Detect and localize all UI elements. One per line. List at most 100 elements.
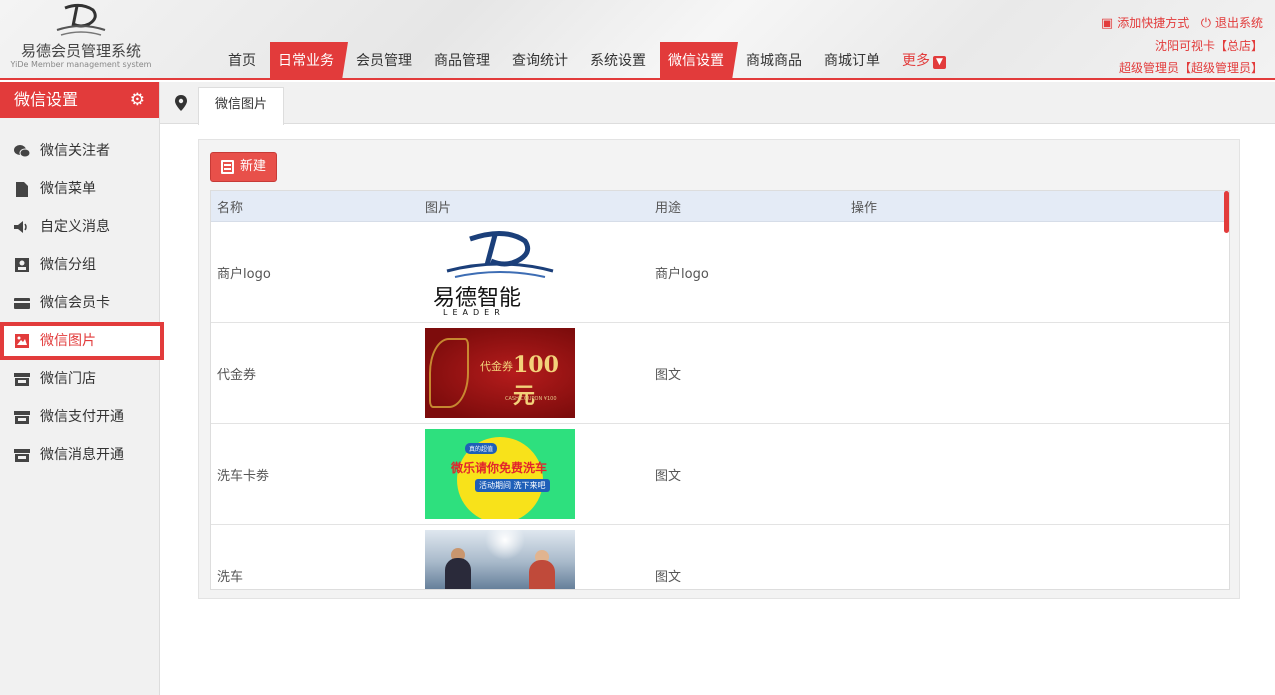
tab-bar: 微信图片 (160, 82, 1275, 125)
sidebar-item-label: 微信分组 (40, 257, 96, 273)
edit-document-icon (221, 160, 234, 174)
store-icon (14, 409, 30, 425)
nav-wechat-settings[interactable]: 微信设置 (660, 42, 738, 80)
cell-usage: 图文 (655, 569, 682, 585)
location-pin-icon[interactable] (174, 95, 188, 111)
document-icon (14, 181, 30, 197)
credit-card-icon (14, 295, 30, 311)
merchant-logo-art: 易德智能 LEADER (433, 231, 554, 317)
table-header: 名称 图片 用途 操作 (211, 191, 1229, 222)
logo-mark-icon (56, 3, 106, 36)
merchant-logo-image[interactable]: 易德智能 LEADER (425, 227, 575, 317)
table-row[interactable]: 代金券 代金券 100元 CASH COUPON ¥100 图文 (211, 323, 1229, 424)
sidebar-item-wechat-pay[interactable]: 微信支付开通 (0, 398, 159, 436)
gear-icon[interactable]: ⚙ (130, 82, 145, 118)
sidebar-item-wechat-messages[interactable]: 微信消息开通 (0, 436, 159, 474)
header-name: 名称 (217, 200, 244, 216)
sidebar-item-label: 微信支付开通 (40, 409, 124, 425)
sidebar-item-wechat-images[interactable]: 微信图片 (0, 322, 164, 360)
sidebar-item-label: 微信菜单 (40, 181, 96, 197)
tab-wechat-images[interactable]: 微信图片 (198, 87, 285, 125)
monitor-icon: ▣ (1100, 16, 1114, 31)
table-row[interactable]: 洗车卡劵 真的超值 微乐请你免费洗车 活动期间 洗下来吧 图文 (211, 424, 1229, 525)
content-panel: 新建 名称 图片 用途 操作 商户logo 易德智能 LEADER 商户logo… (198, 139, 1240, 599)
sidebar-item-label: 自定义消息 (40, 219, 110, 235)
cell-name: 洗车 (217, 569, 244, 585)
power-icon: ⏻ (1200, 16, 1211, 31)
main-nav: 首页 日常业务 会员管理 商品管理 查询统计 系统设置 微信设置 商城商品 商城… (220, 42, 960, 80)
sidebar-header: 微信设置 ⚙ (0, 82, 159, 118)
contact-card-icon (14, 257, 30, 273)
cell-name: 洗车卡劵 (217, 468, 270, 484)
cell-name: 商户logo (217, 266, 271, 282)
sidebar-item-label: 微信消息开通 (40, 447, 124, 463)
header-usage: 用途 (655, 200, 682, 216)
nav-more-label: 更多 (902, 53, 930, 69)
sidebar-item-wechat-followers[interactable]: 微信关注者 (0, 132, 159, 170)
chevron-down-icon: ▼ (933, 56, 946, 69)
logo-title: 易德会员管理系统 (20, 42, 141, 60)
image-icon (14, 333, 30, 349)
nav-mall-orders[interactable]: 商城订单 (816, 42, 888, 80)
nav-system-settings[interactable]: 系统设置 (582, 42, 654, 80)
person-body-decoration (529, 560, 555, 589)
user-panel: ▣ 添加快捷方式 ⏻ 退出系统 沈阳可视卡【总店】 超级管理员【超级管理员】 (1101, 12, 1263, 79)
nav-product-management[interactable]: 商品管理 (426, 42, 498, 80)
sidebar-item-wechat-stores[interactable]: 微信门店 (0, 360, 159, 398)
brand-logo[interactable]: 易德会员管理系统 YiDe Member management system (8, 2, 154, 78)
person-body-decoration (445, 558, 471, 589)
nav-mall-products[interactable]: 商城商品 (738, 42, 810, 80)
car-wash-card-image[interactable]: 真的超值 微乐请你免费洗车 活动期间 洗下来吧 (425, 429, 575, 519)
wash-image-button: 活动期间 洗下来吧 (475, 479, 550, 492)
sunlight-decoration (485, 530, 525, 560)
logout-link[interactable]: ⏻ 退出系统 (1201, 16, 1263, 31)
speaker-icon (14, 219, 30, 235)
current-store[interactable]: 沈阳可视卡【总店】 (1101, 35, 1263, 57)
cell-usage: 商户logo (655, 266, 709, 282)
wash-image-tag: 真的超值 (465, 443, 498, 454)
wash-image-text: 微乐请你免费洗车 (451, 461, 548, 475)
logo-subtitle: YiDe Member management system (10, 60, 152, 69)
logo-image-subtext: LEADER (443, 308, 505, 317)
header-actions: 操作 (851, 200, 878, 216)
new-button-label: 新建 (240, 159, 267, 174)
nav-query-statistics[interactable]: 查询统计 (504, 42, 576, 80)
top-header: 易德会员管理系统 YiDe Member management system 首… (0, 0, 1275, 80)
image-table: 名称 图片 用途 操作 商户logo 易德智能 LEADER 商户logo 代金… (210, 190, 1230, 590)
sidebar-item-label: 微信关注者 (40, 143, 110, 159)
new-button[interactable]: 新建 (210, 152, 278, 182)
vertical-scrollbar[interactable] (1224, 191, 1229, 233)
coupon-image[interactable]: 代金券 100元 CASH COUPON ¥100 (425, 328, 575, 418)
sidebar-item-label: 微信图片 (40, 333, 96, 349)
cell-usage: 图文 (655, 367, 682, 383)
table-row[interactable]: 商户logo 易德智能 LEADER 商户logo (211, 222, 1229, 323)
sidebar-item-wechat-menu[interactable]: 微信菜单 (0, 170, 159, 208)
cell-name: 代金券 (217, 367, 257, 383)
wechat-icon (14, 143, 30, 159)
sidebar-item-label: 微信门店 (40, 371, 96, 387)
sidebar-menu: 微信关注者 微信菜单 自定义消息 微信分组 微信会员卡 微信图片 微信门店 微信… (0, 132, 164, 474)
coupon-image-subtext: CASH COUPON ¥100 (505, 396, 557, 402)
nav-member-management[interactable]: 会员管理 (348, 42, 420, 80)
nav-more[interactable]: 更多 ▼ (894, 42, 954, 80)
car-wash-photo-image[interactable] (425, 530, 575, 589)
cell-usage: 图文 (655, 468, 682, 484)
sidebar-item-wechat-member-card[interactable]: 微信会员卡 (0, 284, 159, 322)
logout-label: 退出系统 (1214, 16, 1263, 30)
add-shortcut-link[interactable]: ▣ 添加快捷方式 (1101, 16, 1190, 31)
nav-home[interactable]: 首页 (220, 42, 264, 80)
add-shortcut-label: 添加快捷方式 (1117, 16, 1190, 30)
sidebar-item-wechat-groups[interactable]: 微信分组 (0, 246, 159, 284)
nav-daily-business[interactable]: 日常业务 (270, 42, 348, 80)
current-user[interactable]: 超级管理员【超级管理员】 (1101, 57, 1263, 79)
sidebar-title: 微信设置 (14, 90, 79, 109)
header-image: 图片 (425, 200, 452, 216)
store-icon (14, 447, 30, 463)
coupon-image-text: 代金券 (480, 360, 513, 373)
sidebar: 微信设置 ⚙ 微信关注者 微信菜单 自定义消息 微信分组 微信会员卡 微信图片 … (0, 82, 164, 695)
sidebar-item-custom-message[interactable]: 自定义消息 (0, 208, 159, 246)
ornament-decoration (429, 338, 469, 408)
table-row[interactable]: 洗车 图文 (211, 525, 1229, 589)
sidebar-item-label: 微信会员卡 (40, 295, 110, 311)
store-icon (14, 371, 30, 387)
